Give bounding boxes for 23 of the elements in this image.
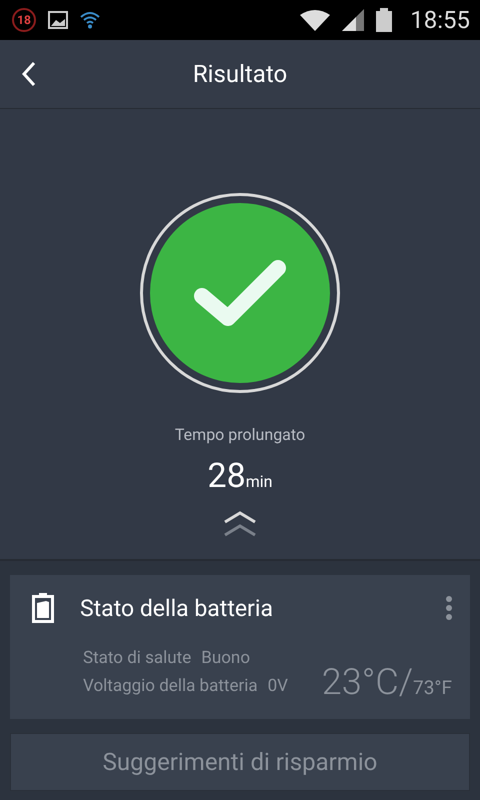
more-menu-icon[interactable] bbox=[446, 596, 452, 620]
saving-tips-button[interactable]: Suggerimenti di risparmio bbox=[10, 733, 470, 791]
double-chevron-up-icon[interactable] bbox=[223, 510, 257, 538]
card-title: Stato della batteria bbox=[80, 594, 274, 622]
info-label: Stato di salute bbox=[83, 648, 192, 668]
wifi-icon bbox=[300, 9, 330, 31]
temperature-celsius: 23°C/ bbox=[322, 661, 414, 703]
result-label: Tempo prolungato bbox=[174, 425, 306, 444]
checkmark-icon bbox=[192, 258, 288, 328]
wifi-icon bbox=[80, 11, 100, 29]
info-value: 0V bbox=[268, 676, 288, 696]
info-value: Buono bbox=[201, 648, 250, 668]
clock: 18:55 bbox=[410, 6, 470, 34]
notification-count: 18 bbox=[12, 8, 36, 32]
picture-icon bbox=[48, 11, 68, 29]
battery-icon bbox=[32, 593, 54, 623]
temperature-fahrenheit: 73°F bbox=[413, 676, 452, 699]
screen-title: Risultato bbox=[192, 60, 288, 88]
battery-icon bbox=[376, 8, 392, 32]
result-unit: min bbox=[246, 472, 272, 491]
signal-icon bbox=[342, 9, 364, 31]
result-value: 28 bbox=[208, 456, 246, 496]
info-label: Voltaggio della batteria bbox=[83, 676, 258, 696]
